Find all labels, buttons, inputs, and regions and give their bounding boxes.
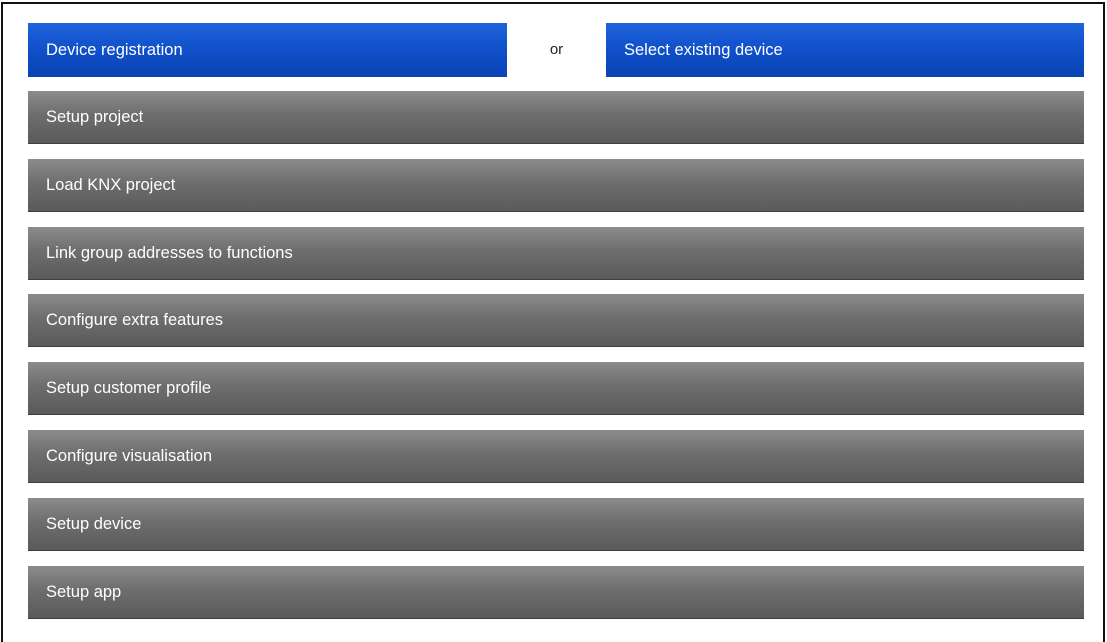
or-label: or [549,41,564,58]
step-setup-app[interactable]: Setup app [28,565,1084,619]
step-configure-visualisation[interactable]: Configure visualisation [28,429,1084,483]
registration-row: Device registration or Select existing d… [28,23,1084,77]
select-existing-device-button[interactable]: Select existing device [606,23,1084,77]
step-setup-customer-profile[interactable]: Setup customer profile [28,362,1084,416]
step-configure-extra-features[interactable]: Configure extra features [28,294,1084,348]
step-link-group-addresses[interactable]: Link group addresses to functions [28,226,1084,280]
step-load-knx-project[interactable]: Load KNX project [28,158,1084,212]
device-registration-button[interactable]: Device registration [28,23,507,77]
setup-steps-list: Setup project Load KNX project Link grou… [28,91,1084,633]
step-setup-project[interactable]: Setup project [28,91,1084,144]
step-setup-device[interactable]: Setup device [28,497,1084,551]
